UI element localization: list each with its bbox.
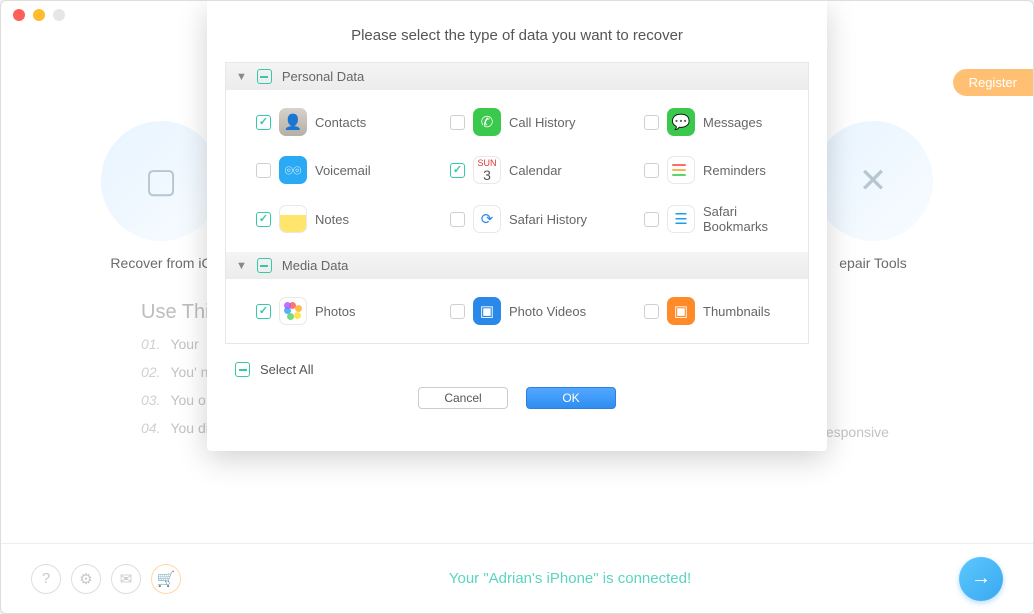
register-button[interactable]: Register [953,69,1033,96]
option-label: Messages [703,115,762,130]
mail-button[interactable]: ✉ [111,564,141,594]
group-label: Personal Data [282,69,364,84]
devices-icon: ▢ [101,121,221,241]
checkbox[interactable] [450,212,465,227]
option-label: Calendar [509,163,562,178]
option-label: Call History [509,115,575,130]
select-all-label: Select All [260,362,313,377]
group-checkbox-personal[interactable] [257,69,272,84]
option-reminders[interactable]: Reminders [614,146,808,194]
option-voicemail[interactable]: ⌾⌾ Voicemail [226,146,420,194]
checkbox[interactable] [256,212,271,227]
cancel-button[interactable]: Cancel [418,387,508,409]
group-label: Media Data [282,258,348,273]
voicemail-icon: ⌾⌾ [279,156,307,184]
checkbox[interactable] [644,212,659,227]
option-photos[interactable]: Photos [226,287,420,335]
select-all-checkbox[interactable] [235,362,250,377]
checkbox[interactable] [450,163,465,178]
select-all-row[interactable]: Select All [207,344,827,383]
checkbox[interactable] [644,304,659,319]
option-notes[interactable]: Notes [226,194,420,244]
group-grid-personal: 👤 Contacts ✆ Call History 💬 Messages ⌾⌾ … [226,90,808,252]
group-checkbox-media[interactable] [257,258,272,273]
safari-history-icon: ⟳ [473,205,501,233]
checkbox[interactable] [256,304,271,319]
group-header-media[interactable]: ▼ Media Data [226,252,808,279]
option-safari-bookmarks[interactable]: ☰ Safari Bookmarks [614,194,808,244]
option-label: Safari Bookmarks [703,204,800,234]
repair-tools-label: epair Tools [839,255,906,271]
group-grid-media: Photos ▣ Photo Videos ▣ Thumbnails [226,279,808,343]
select-data-modal: Please select the type of data you want … [207,1,827,451]
option-messages[interactable]: 💬 Messages [614,98,808,146]
modal-title: Please select the type of data you want … [207,1,827,62]
zoom-window-button[interactable] [53,9,65,21]
app-window: Register ▢ Recover from iC ✕ epair Tools… [0,0,1034,614]
recover-icloud-mode: ▢ Recover from iC [101,121,221,271]
group-header-personal[interactable]: ▼ Personal Data [226,63,808,90]
recover-icloud-label: Recover from iC [110,255,211,271]
help-button[interactable]: ? [31,564,61,594]
messages-icon: 💬 [667,108,695,136]
option-label: Photo Videos [509,304,586,319]
ok-button[interactable]: OK [526,387,616,409]
phone-icon: ✆ [473,108,501,136]
option-photo-videos[interactable]: ▣ Photo Videos [420,287,614,335]
option-label: Photos [315,304,355,319]
settings-button[interactable]: ⚙ [71,564,101,594]
chevron-down-icon: ▼ [236,260,247,272]
wrench-icon: ✕ [813,121,933,241]
option-label: Reminders [703,163,766,178]
contacts-icon: 👤 [279,108,307,136]
safari-bookmarks-icon: ☰ [667,205,695,233]
checkbox[interactable] [450,115,465,130]
reminders-icon [667,156,695,184]
option-contacts[interactable]: 👤 Contacts [226,98,420,146]
next-button[interactable]: → [959,557,1003,601]
photo-videos-icon: ▣ [473,297,501,325]
option-thumbnails[interactable]: ▣ Thumbnails [614,287,808,335]
checkbox[interactable] [256,163,271,178]
checkbox[interactable] [450,304,465,319]
option-label: Notes [315,212,349,227]
connection-status: Your "Adrian's iPhone" is connected! [181,570,959,587]
repair-tools-mode: ✕ epair Tools [813,121,933,271]
option-label: Thumbnails [703,304,770,319]
cart-button[interactable]: 🛒 [151,564,181,594]
checkbox[interactable] [644,163,659,178]
photos-icon [279,297,307,325]
option-label: Voicemail [315,163,371,178]
notes-icon [279,205,307,233]
option-calendar[interactable]: SUN3 Calendar [420,146,614,194]
option-safari-history[interactable]: ⟳ Safari History [420,194,614,244]
checkbox[interactable] [644,115,659,130]
close-window-button[interactable] [13,9,25,21]
option-call-history[interactable]: ✆ Call History [420,98,614,146]
checkbox[interactable] [256,115,271,130]
thumbnails-icon: ▣ [667,297,695,325]
calendar-icon: SUN3 [473,156,501,184]
chevron-down-icon: ▼ [236,71,247,83]
minimize-window-button[interactable] [33,9,45,21]
footer-bar: ? ⚙ ✉ 🛒 Your "Adrian's iPhone" is connec… [1,543,1033,613]
option-label: Safari History [509,212,587,227]
option-label: Contacts [315,115,366,130]
